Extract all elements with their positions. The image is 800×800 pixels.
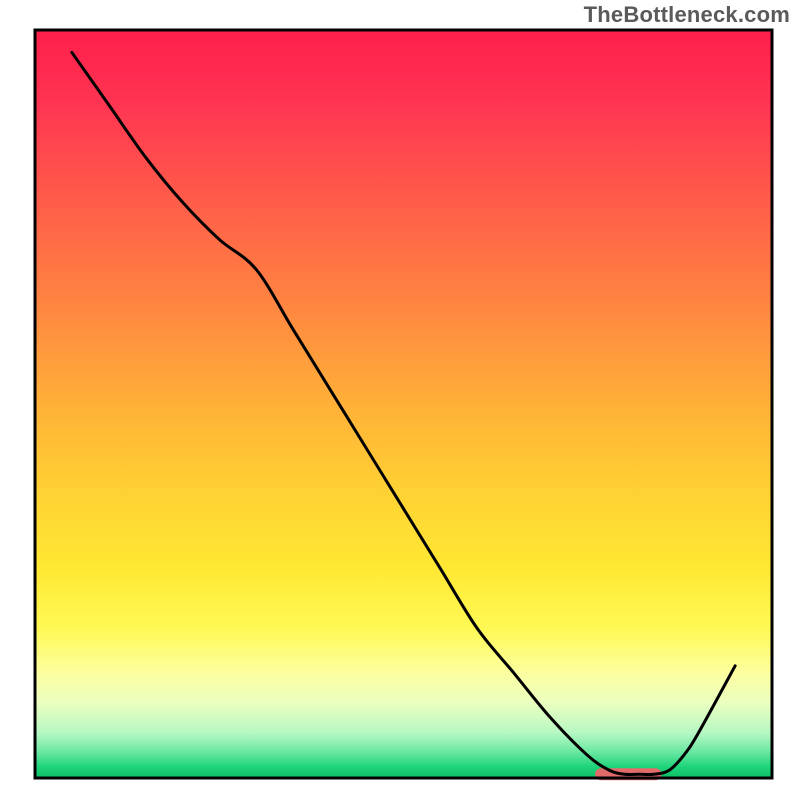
gradient-background [35,30,772,778]
bottleneck-chart [0,0,800,800]
chart-stage: TheBottleneck.com [0,0,800,800]
